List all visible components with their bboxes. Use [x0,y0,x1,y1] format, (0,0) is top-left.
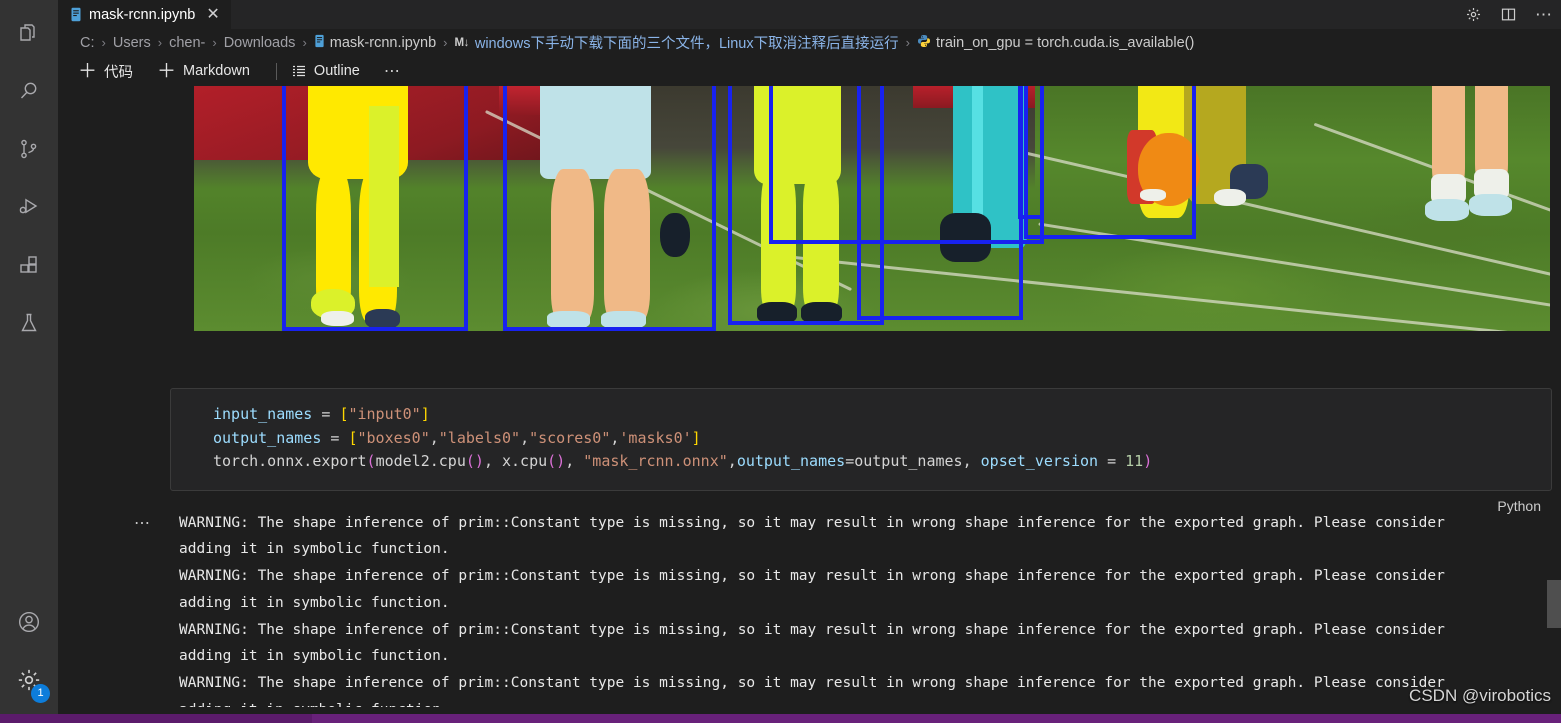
breadcrumb-separator: › [157,35,163,50]
files-icon [17,21,41,45]
shoe-right [1468,193,1513,216]
notebook-icon [70,7,82,22]
source-control-icon [17,137,41,161]
breadcrumb-label: windows下手动下载下面的三个文件，Linux下取消注释后直接运行 [474,36,899,52]
outline-label: Outline [313,63,360,79]
notebook-settings-gear-icon[interactable] [1465,6,1482,23]
toolbar-more-ellipsis-icon[interactable]: ⋯ [384,61,402,81]
breadcrumb-item-chen[interactable]: chen- [169,35,205,51]
vertical-scrollbar[interactable] [1547,86,1561,707]
vscode-window: 1 mask-rcnn.ipynb ✕ ⋯ C: › Users › chen-… [0,0,1561,723]
scrollbar-thumb[interactable] [1547,580,1561,628]
sidebar-item-testing[interactable] [0,294,58,352]
editor-actions: ⋯ [1465,0,1553,29]
breadcrumb-item-users[interactable]: Users [113,35,151,51]
bounding-box [1023,86,1197,239]
breadcrumb-item-downloads[interactable]: Downloads [224,35,296,51]
breadcrumb-label: train_on_gpu = torch.cuda.is_available() [935,34,1195,51]
breadcrumb-separator: › [302,35,307,50]
breadcrumb-item-drive[interactable]: C: [80,35,95,51]
breadcrumb-label: Downloads [223,34,296,51]
status-bar-left-section [0,714,312,723]
plus-icon: ＋ [78,60,98,82]
notebook-toolbar: ＋ 代码 ＋ Markdown Outline ⋯ [58,56,1561,86]
run-and-debug-icon [17,195,41,219]
split-editor-icon[interactable] [1500,6,1517,23]
shoe-light [1213,188,1247,207]
breadcrumb-separator: › [212,35,217,50]
breadcrumb-label: C: [80,34,95,51]
breadcrumb-separator: › [905,35,910,50]
breadcrumb-label: mask-rcnn.ipynb [329,34,437,51]
output-text: WARNING: The shape inference of prim::Co… [179,514,1445,708]
toolbar-divider [275,62,277,80]
sidebar-item-search[interactable] [0,62,58,120]
activity-bar: 1 [0,0,58,723]
breadcrumb-separator: › [443,35,448,50]
image-output-cell [58,86,1561,331]
code-line-1: input_names = ["input0"] [213,405,430,423]
bounding-box [857,86,1023,320]
bounding-box [282,86,468,331]
extensions-icon [17,253,41,277]
outline-icon [291,63,307,79]
search-icon [17,79,41,103]
tab-bar: mask-rcnn.ipynb ✕ ⋯ [58,0,1561,29]
markdown-icon: M↓ [454,36,470,49]
output-cell: ⋯ WARNING: The shape inference of prim::… [58,510,1561,708]
status-bar[interactable] [0,714,1561,723]
mask-rcnn-segmentation-output [194,86,1550,331]
code-cell[interactable]: input_names = ["input0"] output_names = … [170,388,1552,514]
breadcrumb-item-markdown-cell[interactable]: M↓ windows下手动下载下面的三个文件，Linux下取消注释后直接运行 [455,32,899,53]
sidebar-item-run-debug[interactable] [0,178,58,236]
breadcrumb-item-file[interactable]: mask-rcnn.ipynb [314,34,436,52]
shoe-left [1425,198,1469,221]
notebook-icon [314,34,325,52]
breadcrumb-item-symbol[interactable]: train_on_gpu = torch.cuda.is_available() [917,34,1194,52]
add-code-cell-label: 代码 [104,64,134,81]
bounding-box [503,86,717,331]
manage-badge: 1 [31,684,50,703]
outline-button[interactable]: Outline [291,63,373,79]
sidebar-item-extensions[interactable] [0,236,58,294]
close-icon[interactable]: ✕ [206,6,219,23]
add-markdown-cell-button[interactable]: ＋ Markdown [157,62,263,81]
editor-area: mask-rcnn.ipynb ✕ ⋯ C: › Users › chen- ›… [58,0,1561,723]
add-markdown-cell-label: Markdown [183,63,250,79]
more-actions-ellipsis-icon[interactable]: ⋯ [1535,5,1553,25]
plus-icon: ＋ [157,60,177,82]
code-line-2: output_names = ["boxes0","labels0","scor… [213,428,701,447]
breadcrumb-label: Users [112,34,151,51]
breadcrumb: C: › Users › chen- › Downloads › mask-rc… [58,29,1561,56]
add-code-cell-button[interactable]: ＋ 代码 [78,61,146,82]
breadcrumb-separator: › [101,35,106,50]
account-icon [16,609,42,635]
tab-label: mask-rcnn.ipynb [89,6,196,23]
sidebar-item-accounts[interactable] [0,593,58,651]
beaker-icon [17,311,41,335]
sidebar-item-source-control[interactable] [0,120,58,178]
python-icon [917,34,931,52]
watermark: CSDN @virobotics [1409,686,1551,705]
sidebar-item-explorer[interactable] [0,4,58,62]
sidebar-item-manage[interactable]: 1 [0,651,58,709]
breadcrumb-label: chen- [169,34,206,51]
output-more-ellipsis-icon[interactable]: ⋯ [134,515,152,532]
tab-mask-rcnn-ipynb[interactable]: mask-rcnn.ipynb ✕ [58,0,232,29]
notebook-scroll-container[interactable]: input_names = ["input0"] output_names = … [58,86,1561,707]
code-line-3: torch.onnx.export(model2.cpu(), x.cpu(),… [213,452,1153,470]
